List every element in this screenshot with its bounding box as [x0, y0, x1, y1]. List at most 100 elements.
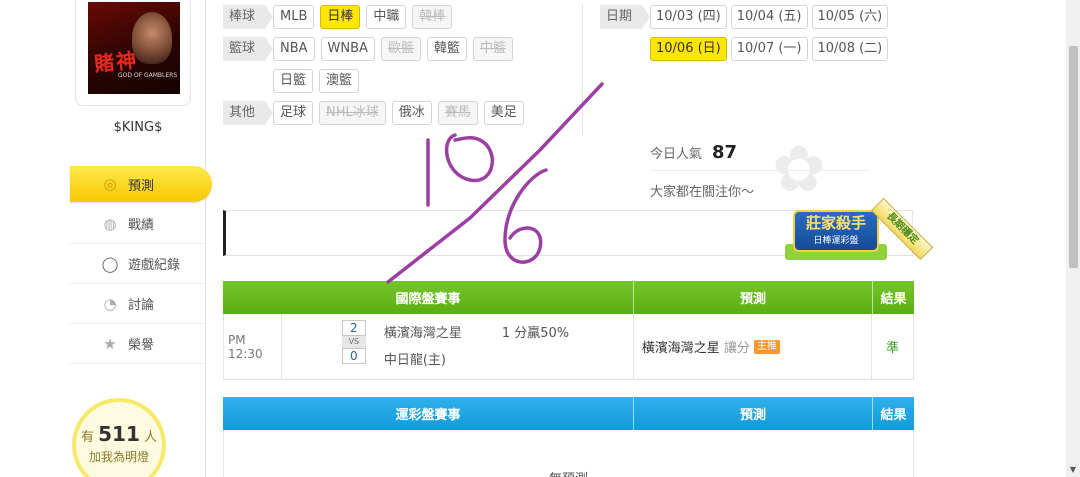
- sidebar-item-label: 戰績: [128, 218, 155, 233]
- lamp-cta: 加我為明燈: [88, 450, 149, 464]
- sidebar-item-predict[interactable]: ◎ 預測: [70, 166, 212, 202]
- comment-icon: ◔: [103, 294, 117, 313]
- sidebar: 賭神 GOD OF GAMBLERS $KING$ ◎ 預測 ◍ 戰績 ◯ 遊戲…: [70, 0, 212, 477]
- avatar-card: 賭神 GOD OF GAMBLERS: [75, 0, 191, 106]
- result-cell: 準: [886, 341, 900, 356]
- sidebar-item-record[interactable]: ◍ 戰績: [70, 204, 206, 244]
- sidebar-item-discuss[interactable]: ◔ 討論: [70, 284, 206, 324]
- popularity: 今日人氣 87: [650, 142, 737, 163]
- match-time: PM 12:30: [224, 314, 282, 379]
- popularity-label: 今日人氣: [650, 147, 703, 162]
- date-1008[interactable]: 10/08 (二): [811, 37, 889, 61]
- filter-row-baseball: 棒球 MLB 日棒 中職 韓棒: [223, 5, 458, 29]
- scrollbar[interactable]: ▼: [1066, 0, 1080, 477]
- col-result: 結果: [880, 408, 907, 423]
- date-1006[interactable]: 10/06 (日): [650, 37, 727, 61]
- col-match: 國際盤賽事: [223, 281, 634, 314]
- lamp-suffix: 人: [144, 430, 158, 445]
- circle-icon: ◯: [101, 254, 119, 273]
- avatar[interactable]: 賭神 GOD OF GAMBLERS: [88, 2, 180, 94]
- intl-match-table: 國際盤賽事 預測 結果 PM 12:30 2 VS 0 橫濱海灣之星 中日龍(主…: [223, 281, 914, 380]
- date-1004[interactable]: 10/04 (五): [730, 5, 808, 29]
- filter-row-other: 其他 足球 NHL冰球 俄冰 賽馬 美足: [223, 101, 530, 125]
- table-row[interactable]: PM 12:30 2 VS 0 橫濱海灣之星 中日龍(主) 1 分贏50% 橫濱…: [223, 314, 914, 380]
- chip-russia-hockey[interactable]: 俄冰: [391, 101, 432, 125]
- sidebar-item-honor[interactable]: ★ 榮譽: [70, 324, 206, 364]
- chip-nba[interactable]: NBA: [273, 37, 315, 61]
- prediction-type: 讓分: [723, 341, 750, 356]
- table-header: 國際盤賽事 預測 結果: [223, 281, 914, 314]
- sidebar-item-label: 預測: [128, 178, 155, 194]
- chip-kbo: 韓棒: [412, 5, 453, 29]
- lamp-prefix: 有: [80, 430, 94, 445]
- badge-title: 莊家殺手: [805, 214, 866, 232]
- predicted-team: 橫濱海灣之星: [641, 341, 720, 356]
- score-home: 2: [341, 320, 366, 336]
- team-away: 橫濱海灣之星: [383, 326, 462, 341]
- chip-china-basketball: 中籃: [472, 37, 513, 61]
- date-label: 日期: [600, 5, 650, 29]
- table-header: 運彩盤賽事 預測 結果: [223, 397, 914, 430]
- col-prediction: 預測: [634, 397, 873, 430]
- sidebar-item-label: 討論: [128, 298, 155, 313]
- scoreboard: 2 VS 0: [341, 320, 366, 364]
- chip-soccer[interactable]: 足球: [273, 101, 314, 125]
- avatar-face-art: [132, 12, 172, 64]
- col-match: 運彩盤賽事: [223, 397, 634, 430]
- popularity-value: 87: [712, 142, 738, 163]
- filter-row-basketball: 籃球 NBA WNBA 歐籃 韓籃 中籃: [223, 37, 519, 61]
- follower-lamp[interactable]: 有 511 人 加我為明燈: [72, 398, 166, 477]
- match-cell: 2 VS 0 橫濱海灣之星 中日龍(主) 1 分贏50%: [282, 314, 634, 379]
- scroll-down-arrow-icon[interactable]: ▼: [1066, 463, 1080, 477]
- chip-euro-basketball: 歐籃: [380, 37, 421, 61]
- chip-australia-basketball[interactable]: 澳籃: [319, 69, 360, 93]
- sidebar-item-game-log[interactable]: ◯ 遊戲紀錄: [70, 244, 206, 284]
- chip-npb[interactable]: 日棒: [320, 5, 361, 29]
- chip-horse-racing: 賽馬: [437, 101, 478, 125]
- watch-text: 大家都在關注你～: [650, 185, 755, 200]
- date-row-1: 日期 10/03 (四) 10/04 (五) 10/05 (六): [600, 5, 892, 29]
- chat-icon: ◍: [103, 214, 117, 233]
- filter-label-basketball: 籃球: [223, 37, 273, 61]
- sports-lottery-table: 運彩盤賽事 預測 結果 無預測: [223, 397, 914, 477]
- chip-korea-basketball[interactable]: 韓籃: [426, 37, 467, 61]
- filter-row-basketball-2: 日籃 澳籃: [273, 69, 365, 93]
- filter-divider: [582, 4, 583, 134]
- odds-text: 1 分贏50%: [501, 326, 570, 341]
- scrollbar-thumb[interactable]: [1069, 46, 1078, 268]
- prediction-cell: 橫濱海灣之星 讓分 主推: [634, 314, 873, 379]
- chip-wnba[interactable]: WNBA: [320, 37, 375, 61]
- date-1005[interactable]: 10/05 (六): [811, 5, 889, 29]
- username: $KING$: [113, 120, 163, 135]
- chip-nhl: NHL冰球: [319, 101, 386, 125]
- sidebar-item-label: 榮譽: [128, 338, 155, 353]
- col-prediction: 預測: [634, 281, 873, 314]
- date-1003[interactable]: 10/03 (四): [650, 5, 727, 29]
- badge-subtitle: 日棒運彩盤: [813, 236, 859, 246]
- team-home: 中日龍(主): [383, 353, 446, 368]
- filter-label-baseball: 棒球: [223, 5, 273, 29]
- chip-japan-basketball[interactable]: 日籃: [273, 69, 314, 93]
- chip-cpbl[interactable]: 中職: [366, 5, 407, 29]
- page: 賭神 GOD OF GAMBLERS $KING$ ◎ 預測 ◍ 戰績 ◯ 遊戲…: [0, 0, 1080, 477]
- sidebar-item-label: 遊戲紀錄: [128, 258, 181, 273]
- avatar-subtitle: GOD OF GAMBLERS: [118, 72, 178, 79]
- empty-state: 無預測: [223, 430, 914, 477]
- divider: [650, 170, 870, 171]
- annotation-stroke-0: [444, 133, 495, 183]
- sidebar-nav: ◎ 預測 ◍ 戰績 ◯ 遊戲紀錄 ◔ 討論 ★ 榮譽: [70, 164, 212, 364]
- chip-mlb[interactable]: MLB: [273, 5, 315, 29]
- badge-main: 莊家殺手 日棒運彩盤: [793, 210, 879, 252]
- main-pick-badge: 主推: [753, 339, 780, 354]
- date-1007[interactable]: 10/07 (一): [730, 37, 808, 61]
- col-result: 結果: [880, 292, 907, 307]
- date-row-2: 10/06 (日) 10/07 (一) 10/08 (二): [650, 37, 892, 61]
- vs-label: VS: [341, 336, 366, 348]
- medal-icon: ★: [103, 334, 117, 353]
- filter-label-other: 其他: [223, 101, 273, 125]
- target-icon: ◎: [103, 175, 117, 193]
- follower-count: 511: [98, 422, 140, 446]
- chip-american-football[interactable]: 美足: [483, 101, 524, 125]
- score-away: 0: [341, 348, 366, 364]
- achievement-badge: 莊家殺手 日棒運彩盤 長期穩定: [785, 197, 935, 284]
